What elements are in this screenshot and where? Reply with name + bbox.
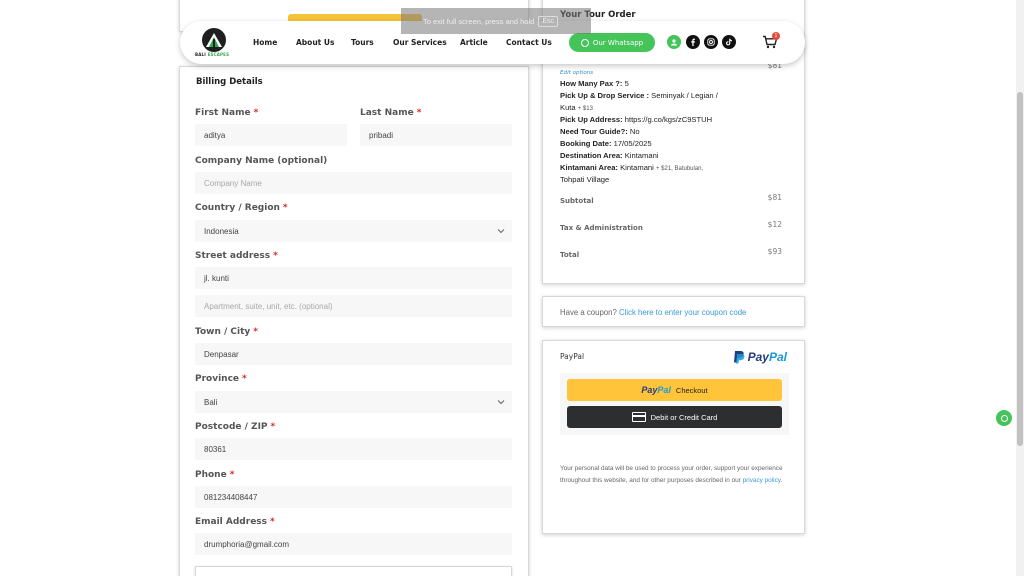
order-line: Need Tour Guide?: No bbox=[560, 127, 640, 136]
country-label: Country / Region * bbox=[195, 203, 288, 213]
instagram-icon[interactable] bbox=[704, 35, 718, 49]
tax-label: Tax & Administration bbox=[560, 224, 643, 232]
facebook-icon[interactable] bbox=[686, 35, 700, 49]
order-line: Tohpati Village bbox=[560, 175, 610, 184]
phone-label: Phone * bbox=[195, 470, 235, 480]
city-label: Town / City * bbox=[195, 327, 258, 337]
whatsapp-icon bbox=[580, 38, 589, 47]
checkout-page: Billing Details First Name * aditya Last … bbox=[0, 0, 1024, 576]
company-label: Company Name (optional) bbox=[195, 156, 328, 166]
card-button-label: Debit or Credit Card bbox=[650, 412, 718, 422]
last-name-field[interactable]: pribadi bbox=[360, 124, 512, 146]
order-line: Booking Date: 17/05/2025 bbox=[560, 139, 652, 148]
whatsapp-button[interactable]: Our Whatsapp bbox=[569, 33, 655, 52]
postcode-label: Postcode / ZIP * bbox=[195, 422, 276, 432]
province-value: Bali bbox=[204, 398, 218, 407]
scrollbar-thumb[interactable] bbox=[1017, 92, 1023, 446]
account-icon[interactable] bbox=[667, 35, 681, 49]
email-label: Email Address * bbox=[195, 517, 275, 527]
order-line: Pick Up Address: https://g.co/kgs/zC9STU… bbox=[560, 115, 713, 124]
country-value: Indonesia bbox=[204, 227, 239, 236]
tiktok-icon[interactable] bbox=[722, 35, 736, 49]
street-field[interactable]: jl. kunti bbox=[195, 267, 512, 289]
first-name-field[interactable]: aditya bbox=[195, 124, 347, 146]
nav-home[interactable]: Home bbox=[253, 38, 277, 47]
street2-field[interactable]: Apartment, suite, unit, etc. (optional) bbox=[195, 295, 512, 317]
edit-options-link[interactable]: Edit options bbox=[560, 70, 593, 76]
debit-credit-card-button[interactable]: Debit or Credit Card bbox=[567, 406, 782, 428]
nav-our-services[interactable]: Our Services bbox=[393, 38, 447, 47]
whatsapp-label: Our Whatsapp bbox=[592, 38, 644, 47]
coupon-card: Have a coupon? Click here to enter your … bbox=[542, 296, 805, 327]
subtotal-label: Subtotal bbox=[560, 197, 594, 205]
toast-text: To exit full screen, press and hold bbox=[423, 16, 535, 26]
nav-article[interactable]: Article bbox=[460, 38, 488, 47]
fullscreen-exit-toast: To exit full screen, press and hold Esc bbox=[401, 8, 591, 34]
country-select[interactable]: Indonesia bbox=[195, 220, 512, 242]
paypal-icon bbox=[733, 351, 745, 364]
coupon-link[interactable]: Click here to enter your coupon code bbox=[619, 308, 746, 317]
floating-whatsapp-button[interactable] bbox=[996, 410, 1012, 426]
phone-field[interactable]: 081234408447 bbox=[195, 486, 512, 508]
postcode-field[interactable]: 80361 bbox=[195, 438, 512, 460]
payment-method-label[interactable]: PayPal bbox=[560, 352, 584, 361]
total-value: $93 bbox=[767, 247, 782, 256]
tax-value: $12 bbox=[767, 220, 782, 229]
paypal-checkout-button[interactable]: PayPal Checkout bbox=[567, 379, 782, 401]
city-field[interactable]: Denpasar bbox=[195, 343, 512, 365]
first-name-label: First Name * bbox=[195, 108, 259, 118]
page-scrollbar[interactable] bbox=[1016, 0, 1024, 576]
order-line: Pick Up & Drop Service : Seminyak / Legi… bbox=[560, 91, 718, 100]
chevron-down-icon bbox=[497, 400, 505, 405]
street-label: Street address * bbox=[195, 251, 278, 261]
last-name-label: Last Name * bbox=[360, 108, 422, 118]
privacy-policy-link[interactable]: privacy policy. bbox=[743, 477, 783, 484]
whatsapp-icon bbox=[1000, 414, 1008, 422]
email-field[interactable]: drumphoria@gmail.com bbox=[195, 533, 512, 555]
nav-about-us[interactable]: About Us bbox=[296, 38, 334, 47]
cart-count-badge: 1 bbox=[772, 32, 780, 40]
order-line: How Many Pax ?: 5 bbox=[560, 79, 629, 88]
credit-card-icon bbox=[631, 412, 646, 422]
chevron-down-icon bbox=[497, 229, 505, 234]
paypal-logo: PayPal bbox=[733, 349, 787, 365]
nav-contact-us[interactable]: Contact Us bbox=[506, 38, 552, 47]
coupon-text: Have a coupon? Click here to enter your … bbox=[560, 308, 747, 317]
company-field[interactable]: Company Name bbox=[195, 172, 512, 194]
billing-title: Billing Details bbox=[196, 77, 263, 87]
paypal-button-logo: PayPal bbox=[641, 385, 671, 395]
paypal-wordmark: PayPal bbox=[747, 350, 787, 364]
nav-tours[interactable]: Tours bbox=[351, 38, 374, 47]
toast-key: Esc bbox=[538, 15, 558, 27]
province-label: Province * bbox=[195, 374, 247, 384]
privacy-notice: Your personal data will be used to proce… bbox=[560, 465, 783, 484]
logo-text: BALI ESCAPES bbox=[195, 52, 230, 57]
province-select[interactable]: Bali bbox=[195, 391, 512, 413]
next-section-card bbox=[195, 566, 512, 576]
paypal-checkout-label: Checkout bbox=[675, 385, 708, 395]
total-label: Total bbox=[560, 251, 580, 259]
order-line: Destination Area: Kintamani bbox=[560, 151, 659, 160]
subtotal-value: $81 bbox=[767, 193, 782, 202]
payment-card: PayPal PayPal PayPal Checkout Debit or C… bbox=[542, 340, 805, 534]
